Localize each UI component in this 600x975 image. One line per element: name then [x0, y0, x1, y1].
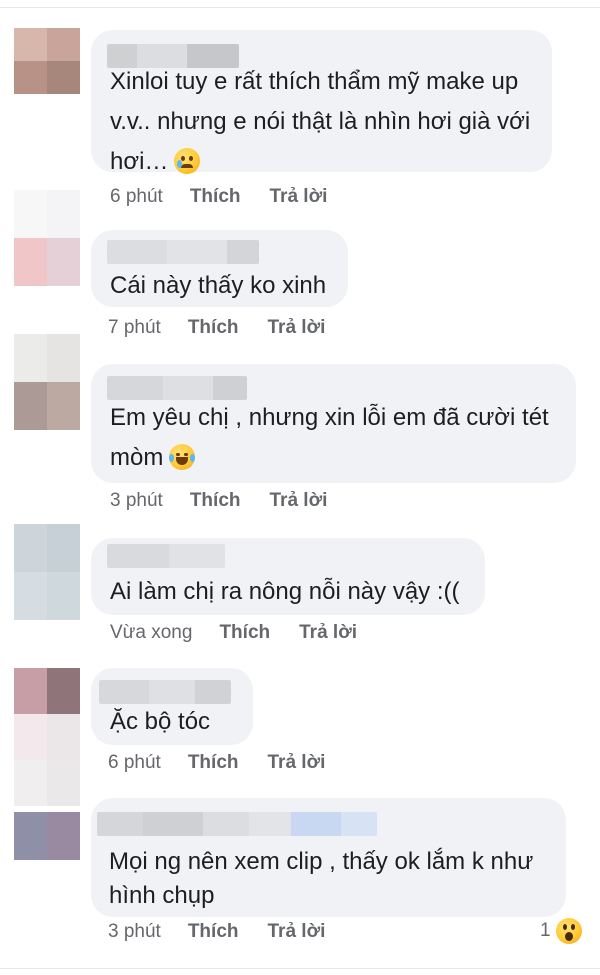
comment-text: Ặc bộ tóc — [110, 708, 211, 735]
wow-face-icon — [555, 918, 582, 944]
comment-time: 6 phút — [108, 752, 161, 773]
comment-text: Xinloi tuy e rất thích thẩm mỹ make up v… — [110, 68, 531, 175]
commenter-name-blurred[interactable] — [107, 240, 259, 264]
comment-time: 3 phút — [108, 921, 161, 942]
reply-button[interactable]: Trả lời — [268, 317, 326, 339]
reply-button[interactable]: Trả lời — [270, 186, 328, 208]
avatar[interactable] — [14, 190, 80, 286]
crying-face-icon — [174, 148, 201, 174]
comment-bubble: Em yêu chị , nhưng xin lỗi em đã cười té… — [91, 364, 576, 483]
reply-button[interactable]: Trả lời — [268, 921, 326, 943]
comment-bubble: Xinloi tuy e rất thích thẩm mỹ make up v… — [91, 30, 552, 175]
comment-bubble: Cái này thấy ko xinh — [91, 230, 348, 307]
bottom-divider — [0, 968, 600, 969]
comment-meta: Vừa xong Thích Trả lời — [110, 622, 357, 644]
comment-time: 7 phút — [108, 317, 161, 338]
comment-bubble: Ai làm chị ra nông nỗi này vậy :(( — [91, 538, 485, 615]
like-button[interactable]: Thích — [219, 622, 270, 644]
avatar[interactable] — [14, 668, 80, 806]
comment-text: Mọi ng nên xem clip , thấy ok lắm k như … — [109, 848, 534, 909]
reply-button[interactable]: Trả lời — [299, 622, 357, 644]
comment-meta: 6 phút Thích Trả lời — [108, 752, 325, 774]
tears-of-joy-icon — [169, 444, 196, 470]
comment-time: 6 phút — [110, 186, 163, 207]
top-divider — [0, 7, 600, 8]
commenter-name-blurred[interactable] — [99, 680, 231, 704]
comment-meta: 7 phút Thích Trả lời — [108, 317, 325, 339]
comment-meta: 3 phút Thích Trả lời — [108, 921, 325, 943]
comment-time: Vừa xong — [110, 622, 193, 643]
comment-meta: 6 phút Thích Trả lời — [110, 186, 327, 208]
comment-time: 3 phút — [110, 490, 163, 511]
like-button[interactable]: Thích — [188, 317, 239, 339]
avatar[interactable] — [14, 334, 80, 430]
like-button[interactable]: Thích — [188, 921, 239, 943]
like-button[interactable]: Thích — [188, 752, 239, 774]
avatar[interactable] — [14, 28, 80, 94]
avatar[interactable] — [14, 524, 80, 620]
reply-button[interactable]: Trả lời — [270, 490, 328, 512]
comment-text: Ai làm chị ra nông nỗi này vậy :(( — [110, 578, 460, 605]
reply-button[interactable]: Trả lời — [268, 752, 326, 774]
reaction-summary[interactable]: 1 — [540, 918, 582, 944]
avatar[interactable] — [14, 812, 80, 860]
comment-text: Cái này thấy ko xinh — [110, 272, 327, 299]
commenter-name-blurred[interactable] — [107, 376, 247, 400]
comment-bubble: Ặc bộ tóc — [91, 668, 253, 745]
comment-meta: 3 phút Thích Trả lời — [110, 490, 327, 512]
commenter-name-blurred[interactable] — [107, 544, 225, 568]
like-button[interactable]: Thích — [190, 490, 241, 512]
comment-bubble: Mọi ng nên xem clip , thấy ok lắm k như … — [91, 798, 566, 917]
reaction-count: 1 — [540, 920, 551, 941]
comment-text: Em yêu chị , nhưng xin lỗi em đã cười té… — [110, 404, 549, 471]
commenter-name-blurred[interactable] — [97, 812, 377, 836]
like-button[interactable]: Thích — [190, 186, 241, 208]
